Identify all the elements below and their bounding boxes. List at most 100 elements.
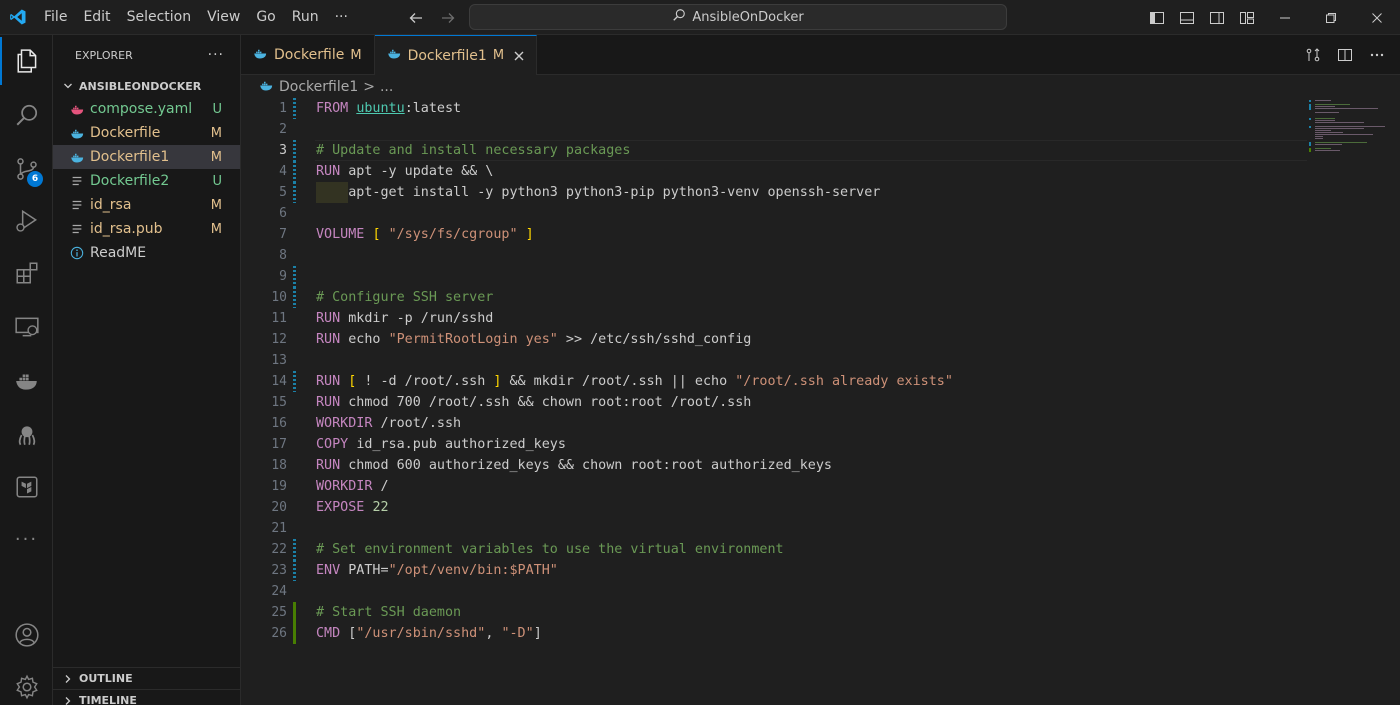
file-item-id-rsa-pub[interactable]: id_rsa.pubM xyxy=(53,217,240,241)
minimap[interactable] xyxy=(1307,98,1400,705)
file-item-id-rsa[interactable]: id_rsaM xyxy=(53,193,240,217)
git-modified-gutter[interactable] xyxy=(291,266,299,287)
tab-dockerfile[interactable]: Dockerfile M xyxy=(241,35,375,75)
minimap-line xyxy=(1315,108,1378,109)
docker-icon[interactable] xyxy=(0,357,53,405)
gutter xyxy=(291,455,299,476)
line-number: 8 xyxy=(241,248,287,263)
line-number: 17 xyxy=(241,437,287,452)
git-modified-gutter[interactable] xyxy=(291,287,299,308)
menu-edit[interactable]: Edit xyxy=(75,0,118,35)
code-text: EXPOSE 22 xyxy=(316,500,389,515)
gutter xyxy=(291,329,299,350)
git-modified-gutter[interactable] xyxy=(291,161,299,182)
kubernetes-octopus-icon[interactable] xyxy=(0,411,53,459)
code-token: "/usr/sbin/sshd" xyxy=(356,626,485,641)
remote-explorer-icon[interactable] xyxy=(0,303,53,351)
code-token: EXPOSE xyxy=(316,500,372,515)
open-changes-icon[interactable] xyxy=(1300,42,1326,68)
timeline-label: TIMELINE xyxy=(79,694,137,705)
code-text: CMD ["/usr/sbin/sshd", "-D"] xyxy=(316,626,542,641)
line-number: 16 xyxy=(241,416,287,431)
line-number: 26 xyxy=(241,626,287,641)
code-token: "-D" xyxy=(501,626,533,641)
git-modified-gutter[interactable] xyxy=(291,371,299,392)
minimize-icon[interactable] xyxy=(1262,0,1308,35)
file-item-dockerfile2[interactable]: Dockerfile2U xyxy=(53,169,240,193)
account-icon[interactable] xyxy=(0,611,53,659)
search-activity-icon[interactable] xyxy=(0,91,53,139)
settings-gear-icon[interactable] xyxy=(0,663,53,705)
breadcrumb-symbols[interactable]: ... xyxy=(380,79,393,95)
git-status-badge: M xyxy=(211,150,222,165)
minimap-gutter-mark xyxy=(1309,150,1311,152)
code-token: >> /etc/ssh/sshd_config xyxy=(558,332,751,347)
code-token: && mkdir /root/.ssh || echo xyxy=(501,374,735,389)
outline-section-header[interactable]: OUTLINE xyxy=(53,667,241,689)
menu-view[interactable]: View xyxy=(199,0,248,35)
more-views-icon[interactable]: ··· xyxy=(0,515,53,563)
gutter xyxy=(291,518,299,539)
terraform-icon[interactable] xyxy=(0,463,53,511)
close-window-icon[interactable] xyxy=(1354,0,1400,35)
menu-more[interactable]: ··· xyxy=(327,0,356,35)
menu-selection[interactable]: Selection xyxy=(119,0,200,35)
explorer-icon[interactable] xyxy=(0,37,53,85)
timeline-section-header[interactable]: TIMELINE xyxy=(53,689,241,705)
code-editor[interactable]: 1FROM ubuntu:latest23# Update and instal… xyxy=(241,98,1307,705)
code-line: 12RUN echo "PermitRootLogin yes" >> /etc… xyxy=(241,329,1307,350)
restore-icon[interactable] xyxy=(1308,0,1354,35)
code-line: 26 CMD ["/usr/sbin/sshd", "-D"] xyxy=(241,623,1307,644)
git-modified-gutter[interactable] xyxy=(291,539,299,560)
git-modified-gutter[interactable] xyxy=(291,98,299,119)
menu-run[interactable]: Run xyxy=(284,0,327,35)
file-item-dockerfile1[interactable]: Dockerfile1M xyxy=(53,145,240,169)
source-control-icon[interactable]: 6 xyxy=(0,145,53,193)
toggle-panel-icon[interactable] xyxy=(1172,0,1202,35)
git-modified-gutter[interactable] xyxy=(291,182,299,203)
git-modified-gutter[interactable] xyxy=(291,560,299,581)
breadcrumb-file[interactable]: Dockerfile1 xyxy=(279,79,358,95)
customize-layout-icon[interactable] xyxy=(1232,0,1262,35)
back-arrow-icon[interactable] xyxy=(404,6,428,30)
command-center-search[interactable]: AnsibleOnDocker xyxy=(469,4,1007,30)
file-name: id_rsa xyxy=(90,197,131,213)
minimap-line xyxy=(1315,112,1339,113)
docker-icon xyxy=(69,125,85,141)
git-modified-gutter[interactable] xyxy=(291,140,299,161)
forward-arrow-icon[interactable] xyxy=(436,6,460,30)
git-added-gutter[interactable] xyxy=(291,623,299,644)
extensions-icon[interactable] xyxy=(0,249,53,297)
code-token: , xyxy=(485,626,501,641)
toggle-primary-sidebar-icon[interactable] xyxy=(1142,0,1172,35)
git-added-gutter[interactable] xyxy=(291,602,299,623)
file-lines-icon xyxy=(69,173,85,189)
line-number: 9 xyxy=(241,269,287,284)
menu-file[interactable]: File xyxy=(36,0,75,35)
file-item-dockerfile[interactable]: DockerfileM xyxy=(53,121,240,145)
code-line: 11RUN mkdir -p /run/sshd xyxy=(241,308,1307,329)
folder-section-header[interactable]: ANSIBLEONDOCKER xyxy=(53,75,240,97)
breadcrumb: Dockerfile1 > ... xyxy=(241,76,393,98)
run-debug-icon[interactable] xyxy=(0,197,53,245)
gutter xyxy=(291,119,299,140)
code-token: /root/.ssh xyxy=(381,416,462,431)
menu-go[interactable]: Go xyxy=(248,0,283,35)
line-number: 19 xyxy=(241,479,287,494)
code-token: id_rsa.pub authorized_keys xyxy=(356,437,566,452)
file-item-compose-yaml[interactable]: compose.yamlU xyxy=(53,97,240,121)
more-actions-icon[interactable] xyxy=(1364,42,1390,68)
file-name: ReadME xyxy=(90,245,146,261)
minimap-line xyxy=(1315,130,1331,131)
minimap-gutter-mark xyxy=(1309,100,1311,102)
code-token: / xyxy=(381,479,389,494)
toggle-secondary-sidebar-icon[interactable] xyxy=(1202,0,1232,35)
minimap-line xyxy=(1315,126,1385,127)
code-token: chmod 600 authorized_keys && chown root:… xyxy=(348,458,832,473)
split-editor-icon[interactable] xyxy=(1332,42,1358,68)
vscode-logo-icon[interactable] xyxy=(0,0,36,35)
file-item-readme[interactable]: ReadME xyxy=(53,241,240,265)
close-icon[interactable] xyxy=(510,47,528,65)
tab-dockerfile1[interactable]: Dockerfile1 M xyxy=(375,35,537,75)
explorer-more-button[interactable]: ··· xyxy=(208,47,224,63)
